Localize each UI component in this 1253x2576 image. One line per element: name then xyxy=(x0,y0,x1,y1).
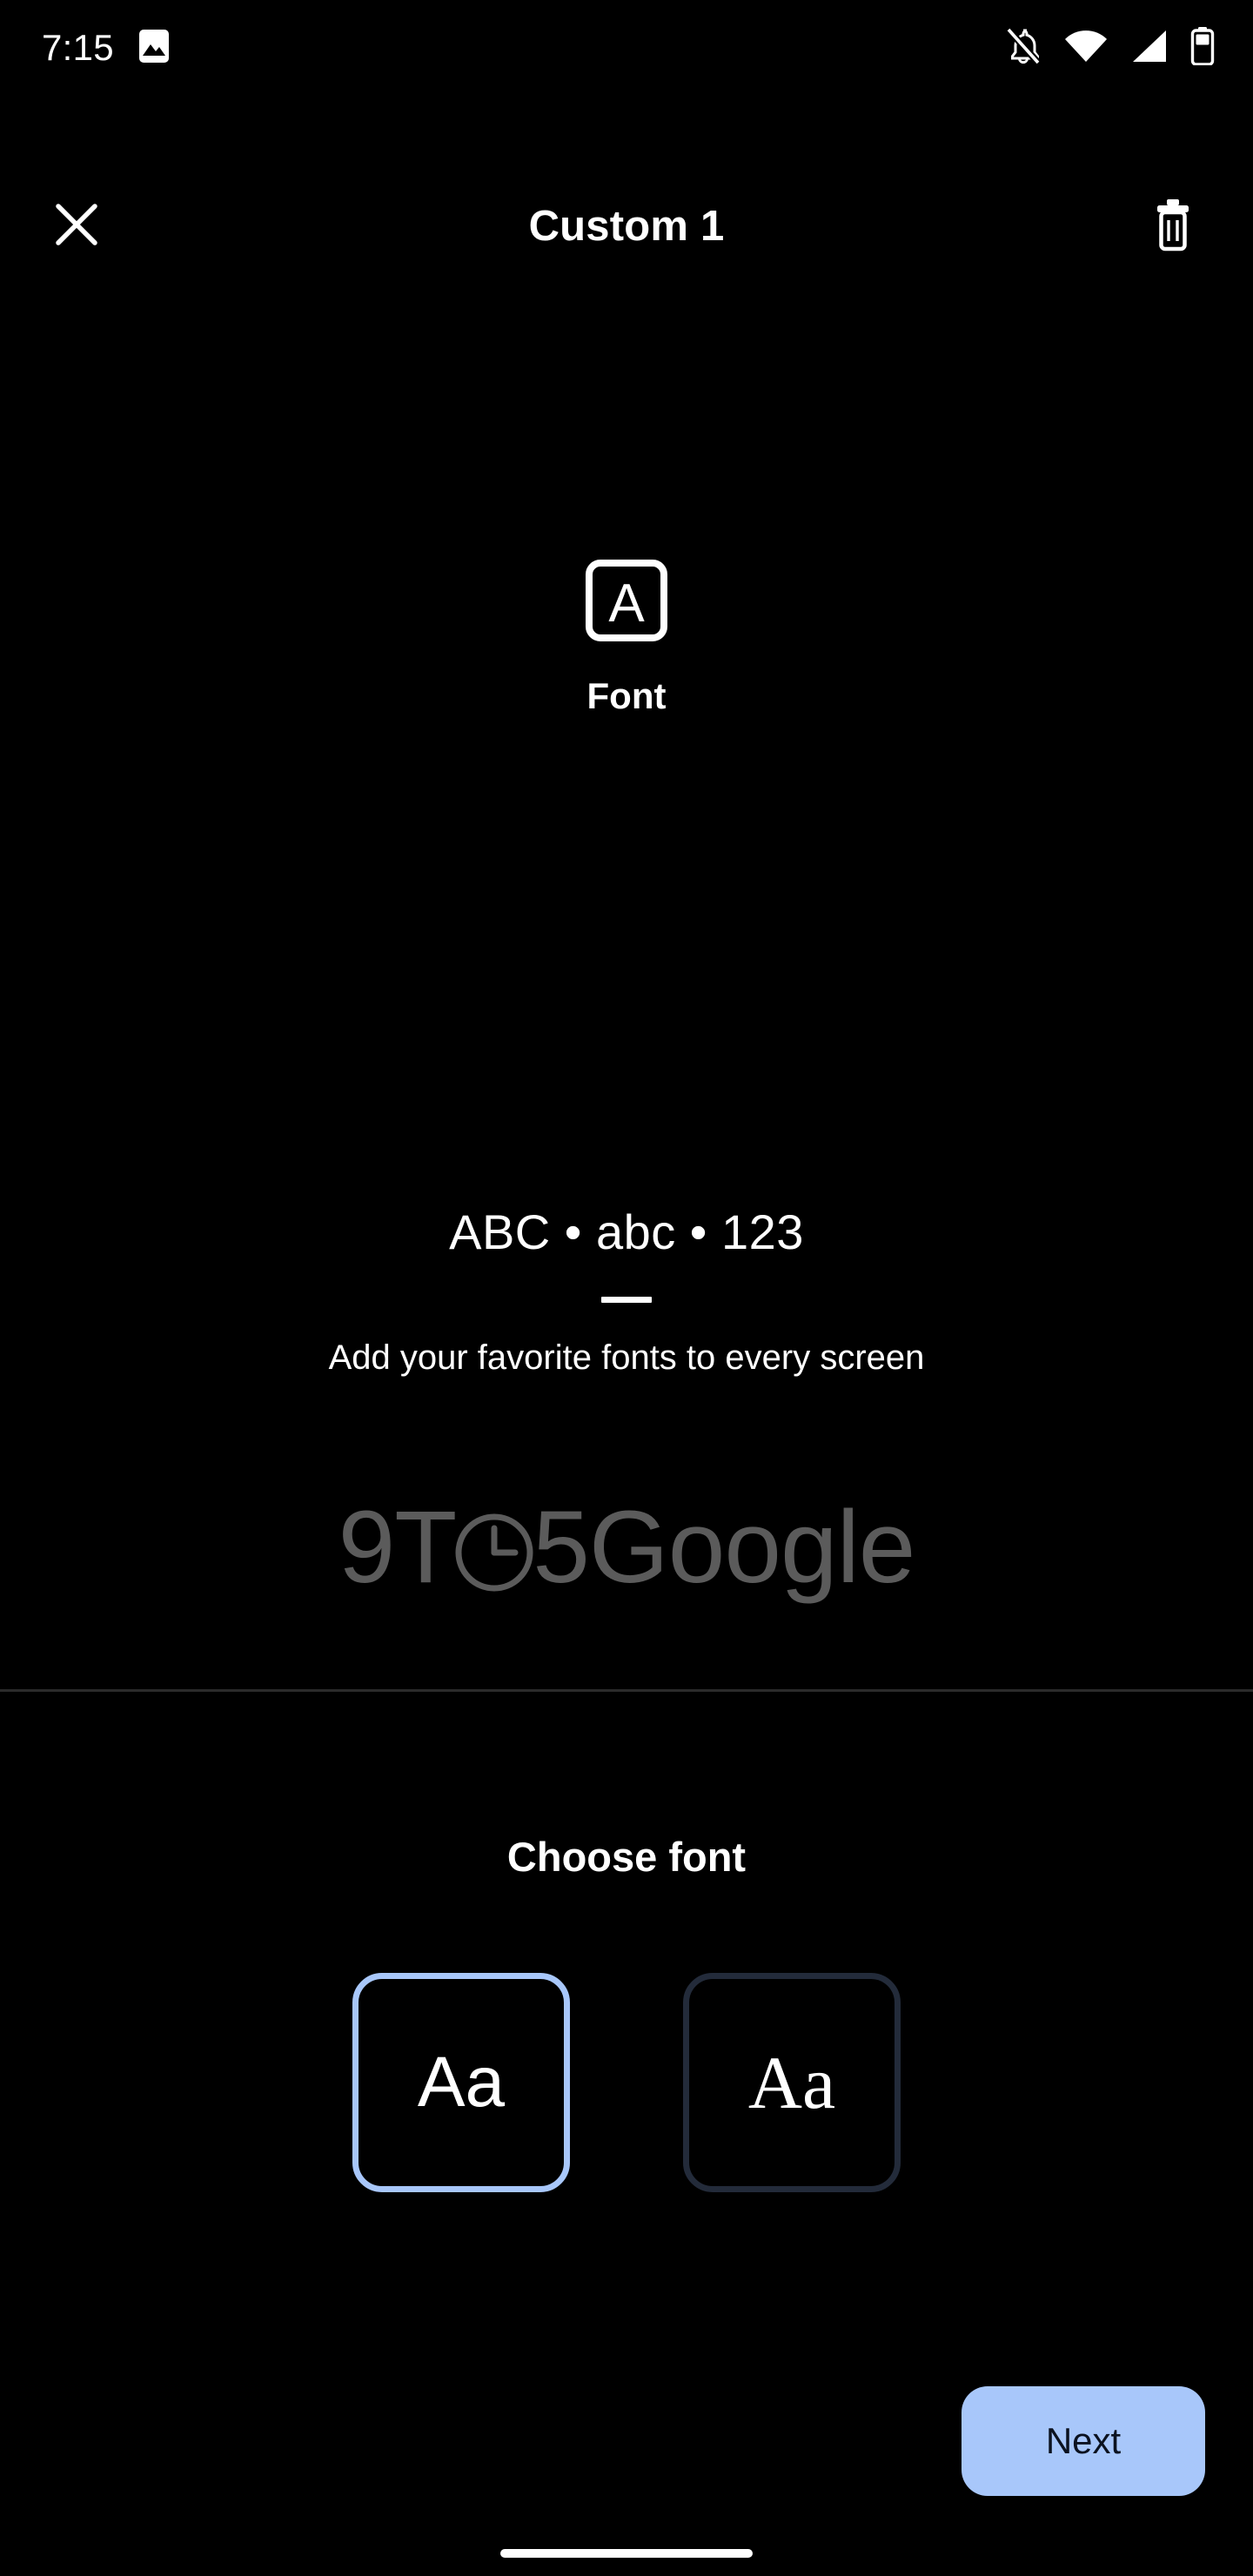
delete-button[interactable] xyxy=(1142,195,1204,258)
trash-icon xyxy=(1149,198,1196,256)
font-chip[interactable]: A Font xyxy=(0,557,1253,717)
chooser-title: Choose font xyxy=(0,1833,1253,1881)
font-a-icon: A xyxy=(583,557,670,644)
font-option-serif-label: Aa xyxy=(748,2045,835,2120)
font-chip-label: Font xyxy=(587,675,667,717)
top-app-bar: Custom 1 xyxy=(0,170,1253,283)
sample-divider xyxy=(601,1297,652,1303)
watermark-clock-icon xyxy=(452,1500,536,1619)
font-option-sans[interactable]: Aa xyxy=(352,1973,570,2192)
status-bar-clock: 7:15 xyxy=(42,30,114,66)
status-bar: 7:15 xyxy=(0,0,1253,96)
page-title: Custom 1 xyxy=(0,202,1253,251)
close-button[interactable] xyxy=(45,195,108,258)
font-sample-text: ABC • abc • 123 xyxy=(449,1205,804,1259)
font-options-list: Aa Aa xyxy=(0,1973,1253,2192)
font-sample-block: ABC • abc • 123 Add your favorite fonts … xyxy=(0,1205,1253,1380)
font-option-serif[interactable]: Aa xyxy=(683,1973,901,2192)
status-bar-right xyxy=(1004,26,1215,70)
font-chooser-panel: Choose font Aa Aa Next xyxy=(0,1692,1253,2576)
watermark-prefix: 9T xyxy=(338,1490,457,1605)
notifications-off-icon xyxy=(1004,26,1042,70)
svg-text:A: A xyxy=(608,574,645,634)
cellular-signal-icon xyxy=(1129,29,1169,68)
preview-panel: A Font ABC • abc • 123 Add your favorite… xyxy=(0,283,1253,1691)
battery-icon xyxy=(1190,27,1215,70)
font-sample-description: Add your favorite fonts to every screen xyxy=(322,1336,931,1380)
wifi-icon xyxy=(1063,29,1109,68)
next-button[interactable]: Next xyxy=(962,2386,1205,2496)
watermark-suffix: 5Google xyxy=(533,1490,915,1605)
close-icon xyxy=(50,198,103,255)
photo-icon xyxy=(138,29,170,68)
home-gesture-pill[interactable] xyxy=(500,2549,753,2558)
font-option-sans-label: Aa xyxy=(418,2047,505,2118)
status-bar-left: 7:15 xyxy=(42,29,170,68)
watermark: 9T 5Google xyxy=(0,1488,1253,1619)
